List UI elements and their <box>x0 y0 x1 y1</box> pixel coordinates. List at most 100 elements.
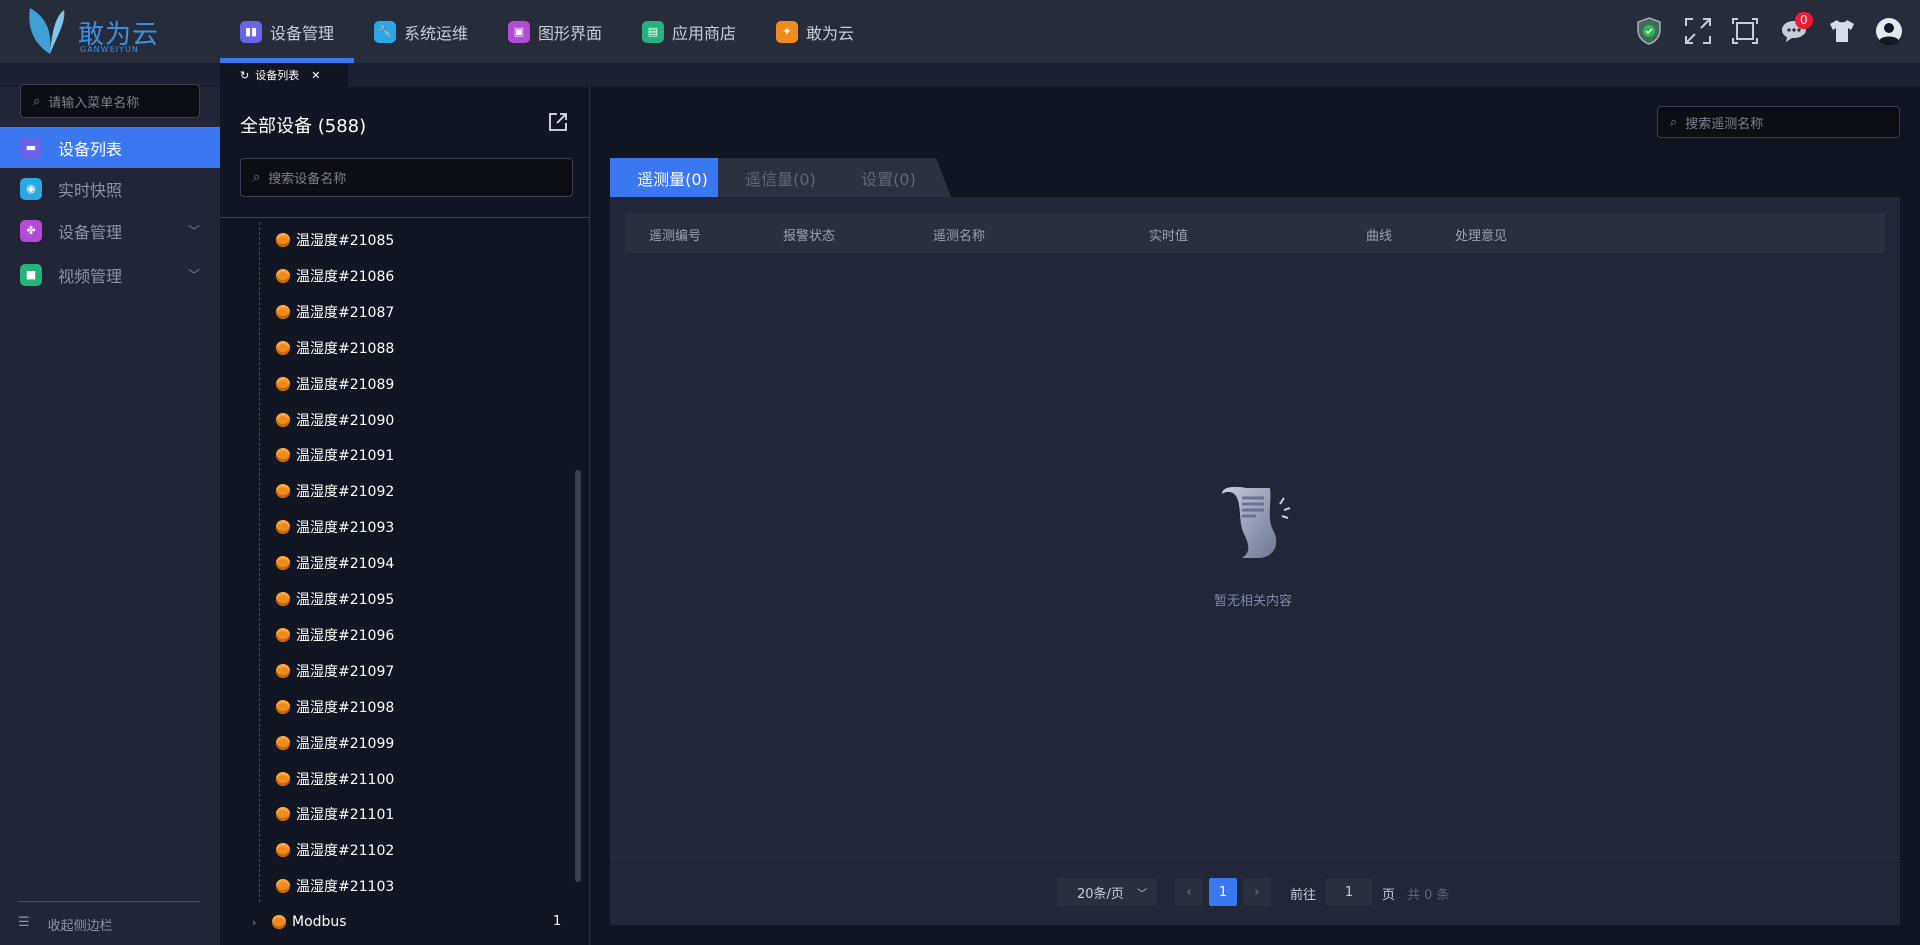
search-icon: ⌕ <box>33 93 41 109</box>
tree-item-device[interactable]: 温湿度#21092 <box>276 479 394 503</box>
tab-label: 设置(0) <box>861 169 916 189</box>
tree-item-device[interactable]: 温湿度#21093 <box>276 515 394 539</box>
tree-item-device[interactable]: 温湿度#21102 <box>276 838 394 862</box>
device-label: 温湿度#21100 <box>296 771 395 788</box>
device-label: 温湿度#21095 <box>296 592 395 608</box>
butterfly-icon: ✦ <box>776 20 798 43</box>
goto-page-input[interactable]: 1 <box>1326 878 1372 906</box>
external-link-icon[interactable] <box>548 112 568 132</box>
tree-item-device[interactable]: 温湿度#21103 <box>276 874 394 898</box>
column-header: 报警状态 <box>783 229 836 244</box>
tree-item-device[interactable]: 温湿度#21094 <box>276 551 394 575</box>
tree-group-modbus[interactable]: › Modbus <box>252 910 347 934</box>
nav-device-management[interactable]: ▮▮ 设备管理 <box>240 0 334 63</box>
database-icon <box>276 556 290 571</box>
device-label: 温湿度#21093 <box>296 520 395 537</box>
database-icon <box>276 771 290 786</box>
menu-search-input[interactable]: ⌕ 请输入菜单名称 <box>20 84 200 118</box>
page-tab-device-list[interactable]: ↻ 设备列表 ✕ <box>220 63 348 87</box>
wrench-icon: 🔧 <box>374 20 396 43</box>
nav-label: 敢为云 <box>806 23 855 43</box>
close-icon[interactable]: ✕ <box>311 69 320 82</box>
nav-label: 系统运维 <box>404 23 469 43</box>
tree-item-device[interactable]: 温湿度#21088 <box>276 336 394 360</box>
nav-app-store[interactable]: ▤ 应用商店 <box>642 0 736 63</box>
device-label: 温湿度#21097 <box>296 663 395 680</box>
tree-item-device[interactable]: 温湿度#21089 <box>276 372 394 396</box>
tree-item-device[interactable]: 温湿度#21101 <box>276 802 394 826</box>
column-header: 遥测名称 <box>933 229 986 244</box>
tree-item-device[interactable]: 温湿度#21090 <box>276 408 394 432</box>
device-label: 温湿度#21089 <box>296 376 395 393</box>
search-icon: ⌕ <box>1670 114 1678 130</box>
tree-item-device[interactable]: 温湿度#21100 <box>276 767 394 791</box>
device-label: 温湿度#21088 <box>296 340 395 357</box>
refresh-icon[interactable]: ↻ <box>240 69 249 82</box>
tree-item-device[interactable]: 温湿度#21086 <box>276 264 394 288</box>
database-icon <box>276 412 290 427</box>
sidebar-item-device-list[interactable]: ▬ 设备列表 <box>0 127 220 168</box>
fullscreen-icon[interactable] <box>1684 17 1712 45</box>
monitor-icon: ▣ <box>508 20 530 43</box>
tree-item-device[interactable]: 温湿度#21095 <box>276 587 394 611</box>
group-label: Modbus <box>292 914 347 930</box>
chevron-down-icon: ﹀ <box>187 224 200 238</box>
video-icon: ■ <box>20 263 42 286</box>
user-avatar[interactable] <box>1875 17 1903 45</box>
nav-label: 图形界面 <box>538 23 603 43</box>
sidebar-item-video-management[interactable]: ■ 视频管理 ﹀ <box>0 254 220 295</box>
tree-item-device[interactable]: 温湿度#21085 <box>276 228 394 252</box>
device-label: 温湿度#21086 <box>296 268 395 285</box>
tree-item-device[interactable]: 温湿度#21099 <box>276 731 394 755</box>
telemetry-search-input[interactable]: ⌕ 搜索遥测名称 <box>1657 106 1900 138</box>
store-icon: ▤ <box>642 20 664 43</box>
tree-item-device[interactable]: 温湿度#21091 <box>276 443 394 467</box>
chevron-down-icon: ﹀ <box>187 268 200 282</box>
tree-item-device[interactable]: 温湿度#21097 <box>276 659 394 683</box>
menu-label: 设备管理 <box>58 222 123 242</box>
nav-system-ops[interactable]: 🔧 系统运维 <box>374 0 468 63</box>
tree-item-device[interactable]: 温湿度#21087 <box>276 300 394 324</box>
tree-scrollbar[interactable] <box>575 470 581 882</box>
sidebar-item-snapshot[interactable]: ◉ 实时快照 <box>0 168 220 209</box>
database-icon <box>276 268 290 283</box>
database-icon <box>276 663 290 678</box>
group-count: 1 <box>553 914 562 929</box>
device-label: 温湿度#21103 <box>296 879 395 896</box>
tree-item-device[interactable]: 温湿度#21096 <box>276 623 394 647</box>
device-label: 温湿度#21087 <box>296 304 395 321</box>
collapse-sidebar-button[interactable]: ☰ 收起侧边栏 <box>18 915 113 934</box>
menu-label: 实时快照 <box>58 180 123 200</box>
column-header: 实时值 <box>1149 229 1189 244</box>
chevron-left-icon: ‹ <box>1186 884 1192 900</box>
brand-subtitle: GANWEIYUN <box>80 45 139 54</box>
camera-icon: ◉ <box>20 177 42 200</box>
prev-page-button[interactable]: ‹ <box>1175 878 1203 906</box>
database-icon <box>276 879 290 894</box>
device-label: 温湿度#21102 <box>296 843 395 860</box>
security-shield-icon[interactable] <box>1635 17 1663 45</box>
database-icon <box>276 592 290 606</box>
tab-telesignal[interactable]: 遥信量(0) <box>718 158 843 197</box>
nav-graphics[interactable]: ▣ 图形界面 <box>508 0 602 63</box>
divider <box>220 217 590 218</box>
tab-label: 遥测量(0) <box>637 169 708 189</box>
tree-item-device[interactable]: 温湿度#21098 <box>276 695 394 719</box>
database-icon <box>276 304 290 319</box>
tab-telemetry[interactable]: 遥测量(0) <box>610 158 735 197</box>
chevron-right-icon[interactable]: › <box>252 916 266 929</box>
device-search-input[interactable]: ⌕ 搜索设备名称 <box>240 158 573 197</box>
device-label: 温湿度#21094 <box>296 556 395 573</box>
nav-ganweiyun[interactable]: ✦ 敢为云 <box>776 0 854 63</box>
theme-shirt-icon[interactable] <box>1828 17 1856 45</box>
device-label: 温湿度#21099 <box>296 735 395 752</box>
database-icon <box>276 233 290 247</box>
screen-frame-icon[interactable] <box>1731 17 1759 45</box>
next-page-button[interactable]: › <box>1243 878 1271 906</box>
tab-settings[interactable]: 设置(0) <box>826 158 951 197</box>
page-size-select[interactable]: 20条/页 ﹀ <box>1057 878 1157 906</box>
database-icon <box>276 735 290 750</box>
database-icon <box>276 484 290 499</box>
sidebar-item-device-management[interactable]: ✤ 设备管理 ﹀ <box>0 210 220 251</box>
page-1-button[interactable]: 1 <box>1209 878 1237 906</box>
